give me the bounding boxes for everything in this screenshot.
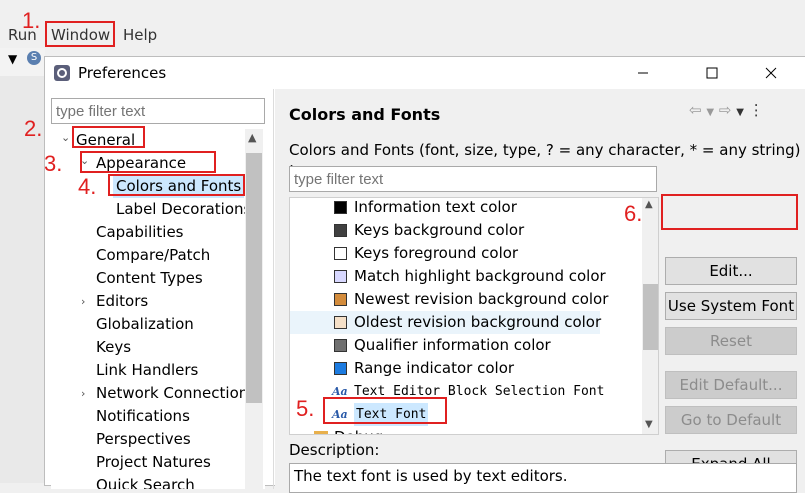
dropdown-arrow-icon[interactable]: ▼ [8,52,17,66]
forward-dropdown-icon[interactable]: ▼ [736,107,744,118]
colors-filter-input[interactable] [289,166,657,192]
folder-icon [314,431,328,434]
chevron-right-icon[interactable]: › [81,290,85,313]
edit-button[interactable]: Edit... [665,257,797,285]
view-menu-icon[interactable]: ⋮ [749,101,764,119]
reset-button[interactable]: Reset [665,327,797,355]
tree-item-compare-patch[interactable]: Compare/Patch [96,244,210,267]
chevron-right-icon[interactable]: › [81,382,85,405]
highlight-general [72,126,145,148]
tree-item-keys[interactable]: Keys [96,336,131,359]
color-swatch [334,270,347,283]
scroll-up-icon[interactable]: ▲ [645,199,653,210]
color-swatch [334,201,347,214]
tree-item-network-connection[interactable]: Network Connection [96,382,248,405]
toolbar: ▼ S [0,48,45,76]
description-text: The text font is used by text editors. [289,463,797,493]
back-dropdown-icon[interactable]: ▼ [706,107,714,118]
annotation-1: 1. [22,8,41,33]
color-swatch [334,224,347,237]
tree-item-editors[interactable]: Editors [96,290,148,313]
annotation-6: 6. [624,201,643,226]
maximize-icon [706,67,718,79]
left-filter-input[interactable] [51,98,265,124]
list-item[interactable]: Oldest revision background color [290,311,601,334]
highlight-text-font [323,397,447,424]
color-swatch [334,339,347,352]
tree-item-project-natures[interactable]: Project Natures [96,451,211,474]
color-swatch [334,293,347,306]
menu-help[interactable]: Help [123,26,157,44]
menubar: Run Window Help [0,0,805,48]
tree-item-content-types[interactable]: Content Types [96,267,203,290]
annotation-5: 5. [296,396,315,421]
highlight-colors-and-fonts [108,174,245,196]
minimize-button[interactable] [620,57,666,89]
color-swatch [334,362,347,375]
tree-item-notifications[interactable]: Notifications [96,405,190,428]
tree-item-capabilities[interactable]: Capabilities [96,221,184,244]
highlight-edit-button [661,194,798,230]
dialog-title: Preferences [78,64,167,82]
chevron-down-icon[interactable]: ⌄ [61,129,70,149]
color-swatch [334,316,347,329]
annotation-2: 2. [24,116,43,141]
maximize-button[interactable] [689,57,735,89]
close-button[interactable] [748,57,794,89]
minimize-icon [638,72,648,74]
eclipse-app-icon [53,64,71,82]
panel-divider[interactable] [273,89,274,489]
search-icon[interactable]: S [27,51,41,65]
forward-arrow-icon[interactable]: ⇨ [719,101,732,119]
tree-item-label-decorations[interactable]: Label Decorations [116,198,251,221]
annotation-4: 4. [78,174,97,199]
colors-fonts-page: Colors and Fonts ⇦ ▼ ⇨ ▼ ⋮ Colors and Fo… [275,89,805,493]
page-navigation: ⇦ ▼ ⇨ ▼ ⋮ [689,101,764,119]
use-system-font-button[interactable]: Use System Font [665,292,797,320]
page-title: Colors and Fonts [289,105,441,124]
color-swatch [334,247,347,260]
dialog-titlebar: Preferences [45,57,805,89]
scroll-up-icon[interactable]: ▲ [248,131,256,144]
go-to-default-button[interactable]: Go to Default [665,406,797,434]
tree-item-quick-search[interactable]: Quick Search [96,474,195,489]
tree-item-link-handlers[interactable]: Link Handlers [96,359,198,382]
close-icon [765,67,777,79]
tree-scrollbar-thumb[interactable] [246,153,262,403]
tree-item-globalization[interactable]: Globalization [96,313,194,336]
highlight-appearance [80,151,216,173]
tree-item-perspectives[interactable]: Perspectives [96,428,191,451]
description-label: Description: [289,441,380,459]
annotation-3: 3. [44,151,63,176]
scroll-down-icon[interactable]: ▼ [645,419,653,430]
back-arrow-icon[interactable]: ⇦ [689,101,702,119]
list-scrollbar-thumb[interactable] [643,284,658,350]
highlight-window-menu [45,21,115,47]
chevron-right-icon[interactable]: › [298,426,302,434]
edit-default-button[interactable]: Edit Default... [665,371,797,399]
